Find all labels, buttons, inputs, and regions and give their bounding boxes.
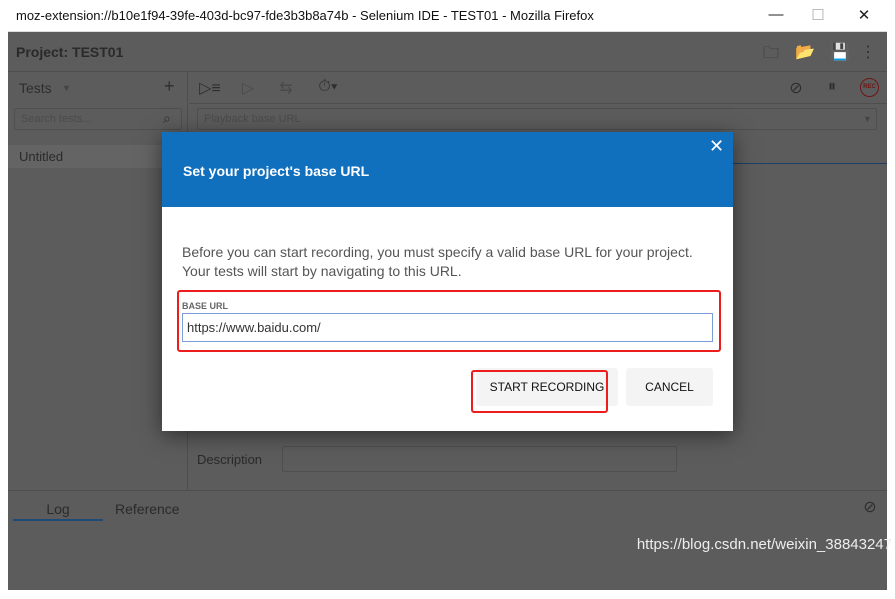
tests-panel: Tests ▼ + Search tests... ⌕ Untitled [8, 72, 188, 490]
tests-dropdown[interactable]: Tests [19, 80, 52, 96]
cancel-button[interactable]: CANCEL [626, 368, 713, 406]
dialog-title: Set your project's base URL [183, 163, 370, 179]
caret-down-icon: ▼ [863, 114, 872, 124]
add-test-button[interactable]: + [164, 76, 175, 97]
record-button[interactable]: REC [860, 78, 879, 97]
search-icon: ⌕ [163, 110, 171, 126]
minimize-button[interactable]: — [766, 6, 786, 23]
pause-icon[interactable]: ⏸ [821, 78, 843, 96]
watermark: https://blog.csdn.net/weixin_38843247 [636, 536, 892, 553]
window-titlebar: moz-extension://b10e1f94-39fe-403d-bc97-… [8, 0, 887, 32]
dialog-header: Set your project's base URL ✕ [162, 132, 733, 207]
window-title: moz-extension://b10e1f94-39fe-403d-bc97-… [16, 8, 594, 23]
run-all-tests-icon[interactable]: ▷≡ [199, 78, 221, 98]
disable-breakpoints-icon[interactable]: ⊘ [785, 78, 807, 98]
project-header: Project: TEST01 🗀 📂 💾 ⋮ [8, 32, 887, 72]
base-url-label: BASE URL [182, 301, 229, 311]
base-url-input[interactable]: https://www.baidu.com/ [182, 313, 713, 342]
project-title: Project: TEST01 [16, 44, 124, 60]
description-label: Description [197, 452, 263, 467]
new-project-icon[interactable]: 🗀 [760, 42, 782, 69]
run-test-icon[interactable]: ▷ [237, 78, 259, 98]
close-window-button[interactable]: ✕ [854, 6, 874, 24]
step-over-icon[interactable]: ⇆ [275, 78, 297, 98]
highlight-box [471, 370, 608, 413]
speed-timer-icon[interactable]: ⏱▾ [317, 78, 339, 96]
clear-log-icon[interactable]: ⊘ [859, 497, 881, 517]
base-url-dialog: Set your project's base URL ✕ Before you… [162, 132, 733, 431]
dialog-description: Before you can start recording, you must… [182, 244, 693, 279]
description-input[interactable] [282, 446, 677, 472]
open-project-icon[interactable]: 📂 [794, 42, 816, 62]
more-icon[interactable]: ⋮ [857, 42, 879, 62]
caret-down-icon[interactable]: ▼ [62, 83, 71, 93]
playback-base-url-select[interactable]: Playback base URL [197, 108, 877, 130]
search-tests-input[interactable]: Search tests... [14, 108, 182, 130]
maximize-button[interactable]: ☐ [808, 6, 828, 24]
divider [728, 163, 887, 164]
save-project-icon[interactable]: 💾 [829, 42, 851, 62]
close-dialog-button[interactable]: ✕ [709, 136, 727, 157]
editor-toolbar: ▷≡ ▷ ⇆ ⏱▾ ⊘ ⏸ REC [189, 72, 887, 104]
tab-log[interactable]: Log [13, 493, 103, 521]
tab-reference[interactable]: Reference [115, 501, 180, 517]
test-item[interactable]: Untitled [8, 145, 188, 168]
